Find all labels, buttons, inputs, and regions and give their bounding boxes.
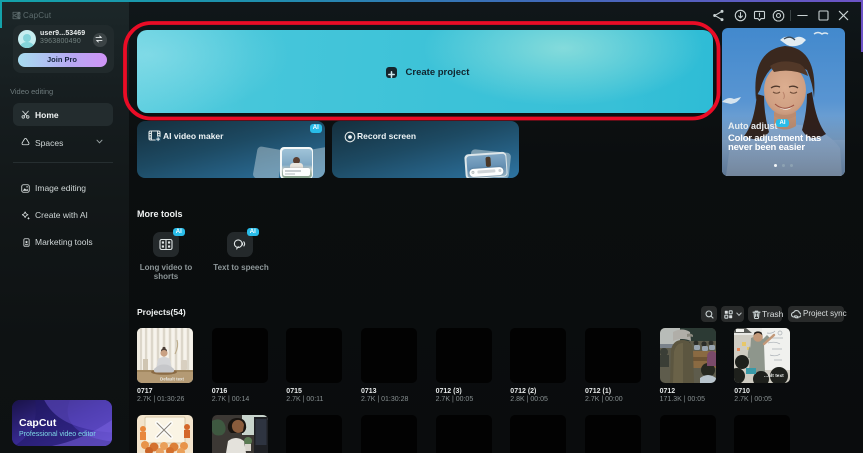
svg-text:...ult text: ...ult text [764,373,784,379]
svg-text:Default text: Default text [160,377,184,382]
